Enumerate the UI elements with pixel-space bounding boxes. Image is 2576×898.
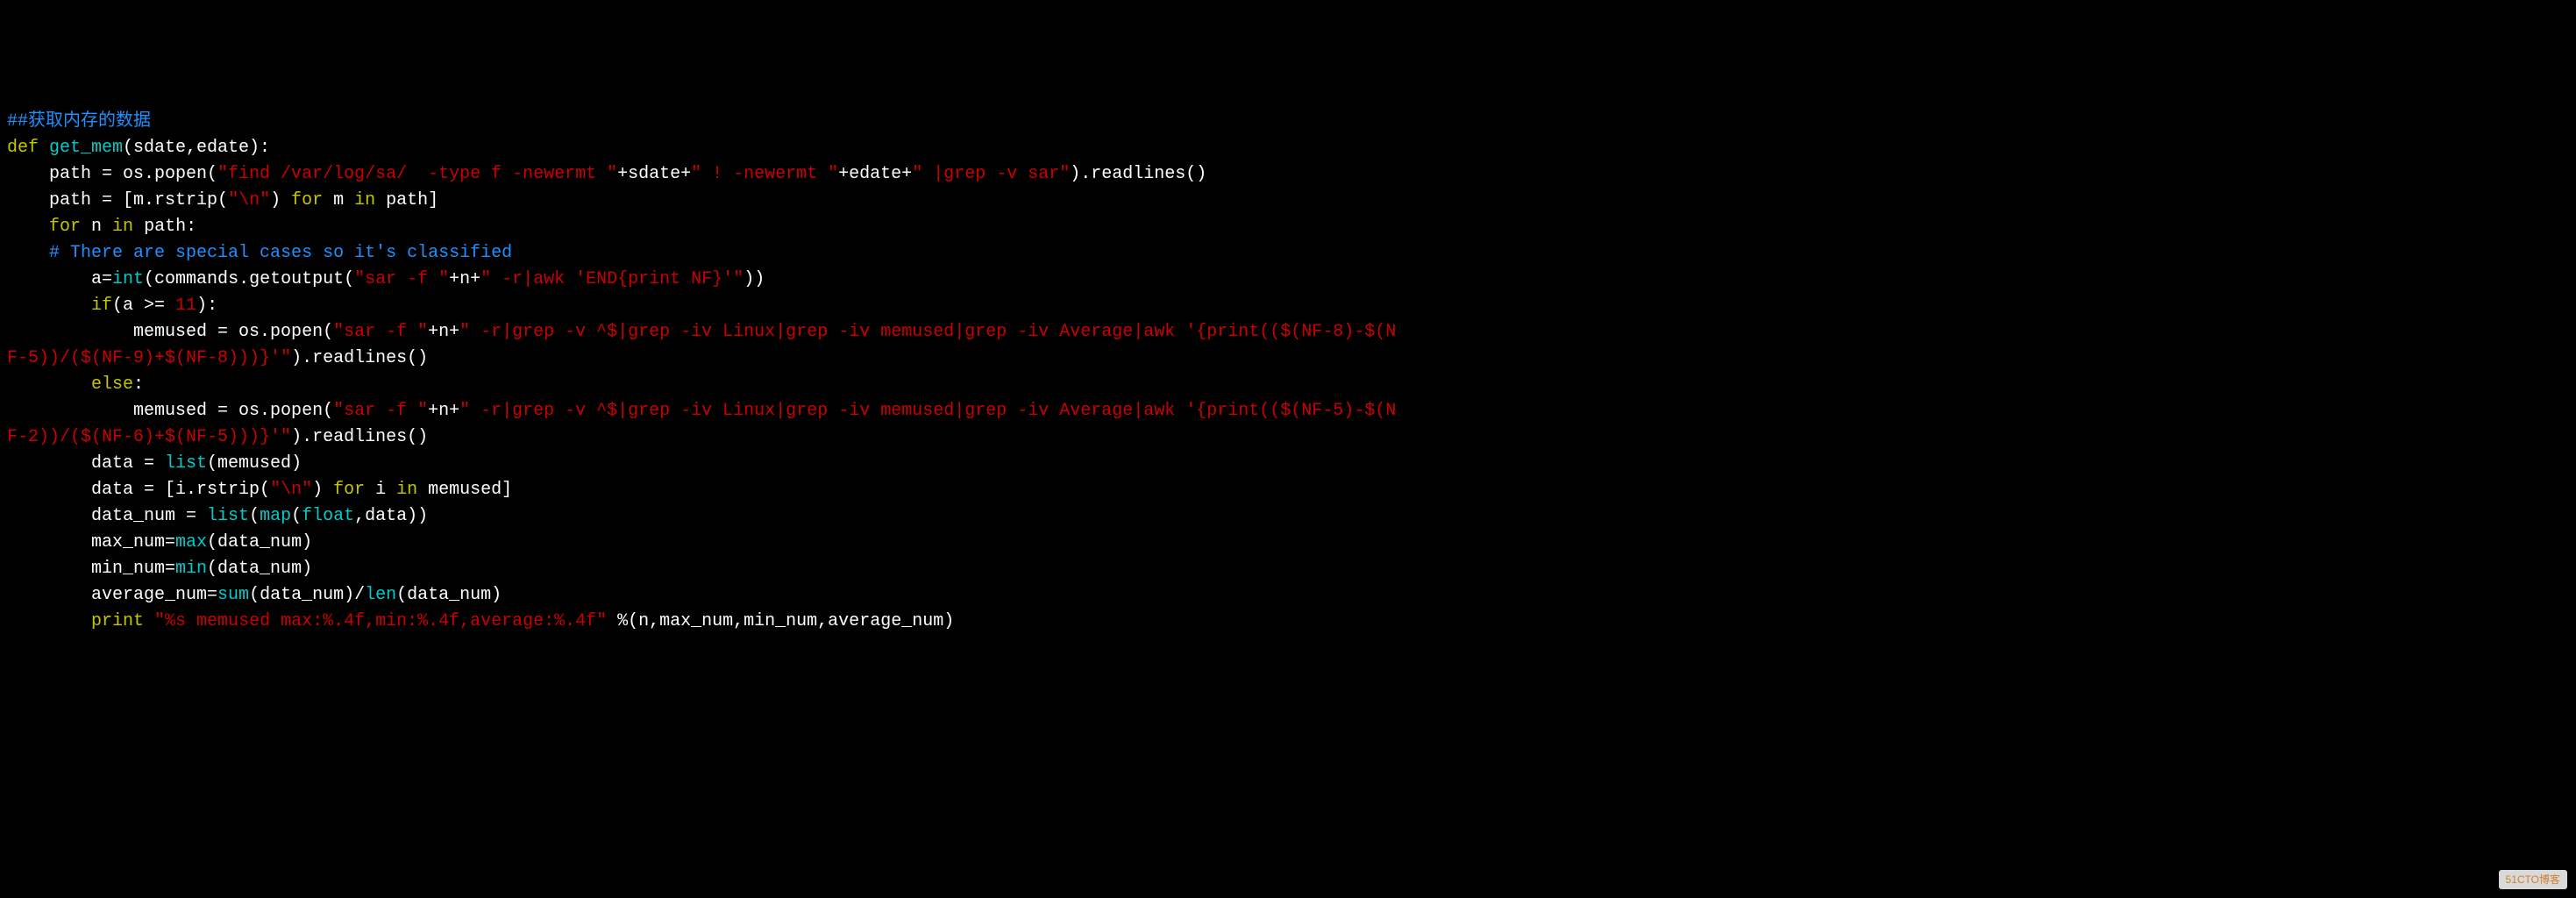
code-line: average_num=sum(data_num)/len(data_num)	[7, 582, 2569, 609]
string-literal: " -r|awk 'END{print NF}'"	[480, 269, 744, 289]
code-line: min_num=min(data_num)	[7, 556, 2569, 582]
code-line: else:	[7, 372, 2569, 398]
builtin-min: min	[175, 559, 207, 579]
code-line: path = os.popen("find /var/log/sa/ -type…	[7, 161, 2569, 188]
string-literal: " -r|grep -v ^$|grep -iv Linux|grep -iv …	[459, 401, 1396, 421]
builtin-list: list	[165, 453, 207, 474]
keyword-in: in	[354, 190, 375, 210]
code-line: if(a >= 11):	[7, 293, 2569, 319]
code-line: ##获取内存的数据	[7, 109, 2569, 135]
string-literal: "%s memused max:%.4f,min:%.4f,average:%.…	[154, 611, 607, 631]
code-line: max_num=max(data_num)	[7, 530, 2569, 556]
keyword-else: else	[91, 374, 133, 395]
builtin-map: map	[260, 506, 291, 526]
code-editor[interactable]: ##获取内存的数据 def get_mem(sdate,edate): path …	[7, 109, 2569, 635]
code-line: F-5))/($(NF-9)+$(NF-8)))}'").readlines()	[7, 346, 2569, 372]
keyword-in: in	[396, 480, 417, 500]
string-literal: F-5))/($(NF-9)+$(NF-8)))}'"	[7, 348, 291, 368]
code-line: for n in path:	[7, 214, 2569, 240]
builtin-float: float	[302, 506, 354, 526]
function-name: get_mem	[39, 138, 123, 158]
string-literal: "sar -f "	[333, 322, 428, 342]
watermark-badge: 51CTO博客	[2499, 870, 2567, 889]
comment: ##获取内存的数据	[7, 111, 151, 132]
watermark-text: 51CTO博客	[2506, 873, 2560, 886]
builtin-max: max	[175, 532, 207, 552]
string-literal: F-2))/($(NF-6)+$(NF-5)))}'"	[7, 427, 291, 447]
keyword-in: in	[112, 217, 133, 237]
comment: # There are special cases so it's classi…	[49, 243, 512, 263]
builtin-len: len	[365, 585, 396, 605]
builtin-list: list	[207, 506, 249, 526]
string-literal: "sar -f "	[354, 269, 449, 289]
keyword-for: for	[49, 217, 81, 237]
keyword-def: def	[7, 138, 39, 158]
string-literal: "find /var/log/sa/ -type f -newermt "	[217, 164, 617, 184]
keyword-for: for	[333, 480, 365, 500]
params: (sdate,edate):	[123, 138, 270, 158]
code-line: F-2))/($(NF-6)+$(NF-5)))}'").readlines()	[7, 424, 2569, 451]
builtin-int: int	[112, 269, 144, 289]
keyword-print: print	[91, 611, 144, 631]
code-line: a=int(commands.getoutput("sar -f "+n+" -…	[7, 267, 2569, 293]
string-literal: "\n"	[270, 480, 312, 500]
string-literal: "sar -f "	[333, 401, 428, 421]
string-literal: " -r|grep -v ^$|grep -iv Linux|grep -iv …	[459, 322, 1396, 342]
code-line: print "%s memused max:%.4f,min:%.4f,aver…	[7, 609, 2569, 635]
string-literal: " |grep -v sar"	[912, 164, 1070, 184]
string-literal: " ! -newermt "	[691, 164, 838, 184]
code-line: data = [i.rstrip("\n") for i in memused]	[7, 477, 2569, 503]
code-line: memused = os.popen("sar -f "+n+" -r|grep…	[7, 398, 2569, 424]
code-line: # There are special cases so it's classi…	[7, 240, 2569, 267]
builtin-sum: sum	[217, 585, 249, 605]
code-line: data_num = list(map(float,data))	[7, 503, 2569, 530]
code-line: def get_mem(sdate,edate):	[7, 135, 2569, 161]
string-literal: "\n"	[228, 190, 270, 210]
keyword-if: if	[91, 296, 112, 316]
number: 11	[175, 296, 196, 316]
keyword-for: for	[291, 190, 323, 210]
code-line: path = [m.rstrip("\n") for m in path]	[7, 188, 2569, 214]
code-line: data = list(memused)	[7, 451, 2569, 477]
code-line: memused = os.popen("sar -f "+n+" -r|grep…	[7, 319, 2569, 346]
